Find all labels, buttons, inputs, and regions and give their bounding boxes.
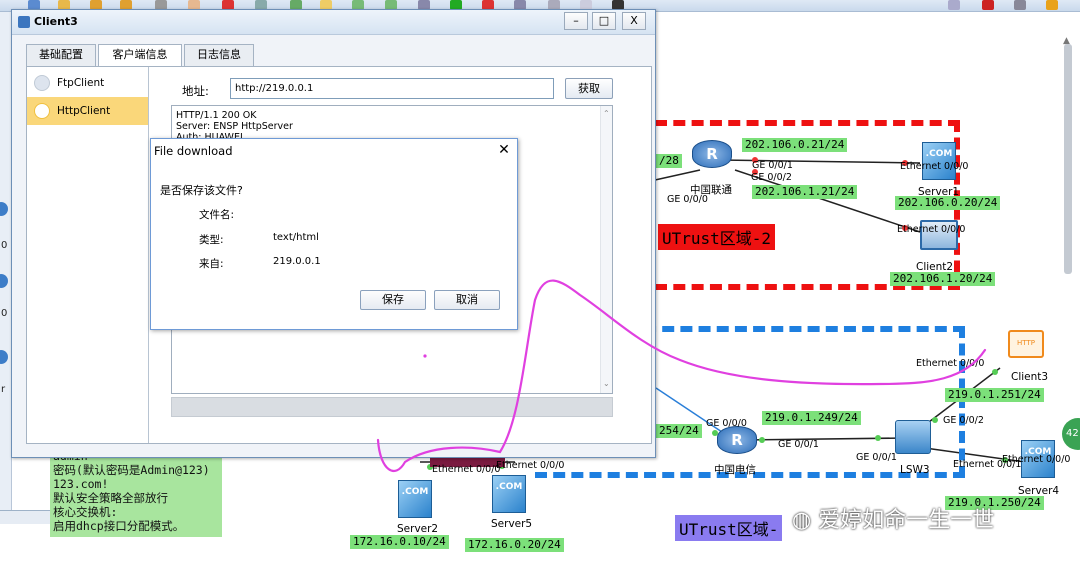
annotation-stroke: [376, 279, 987, 473]
